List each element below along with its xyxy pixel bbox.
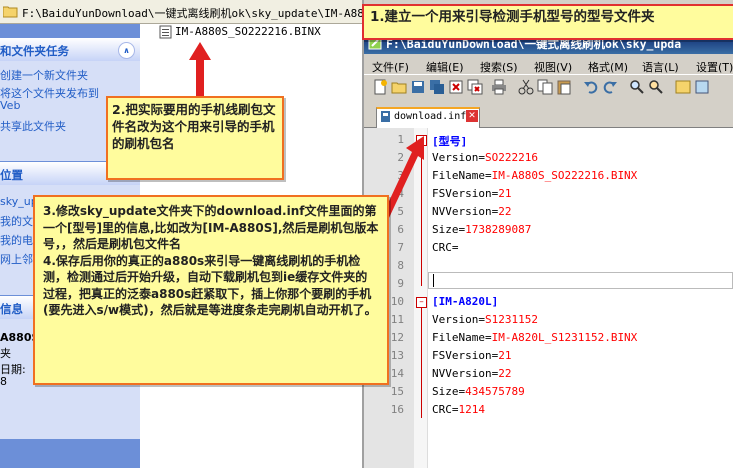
ini-value: IM-A820L_S1231152.BINX: [491, 331, 638, 344]
zoom-in-icon[interactable]: [675, 79, 691, 95]
save-icon[interactable]: [410, 79, 426, 95]
arrow-up-icon: [189, 42, 211, 100]
section-title: 位置: [0, 168, 23, 182]
code-line: Version=SO222216: [432, 151, 538, 164]
code-line: Size=1738289087: [432, 223, 531, 236]
save-all-icon[interactable]: [429, 79, 445, 95]
section-title: 信息: [0, 302, 23, 316]
detail-type: 夹: [0, 347, 11, 360]
menu-edit[interactable]: 编辑(E): [426, 59, 464, 75]
tab-close-icon[interactable]: ✕: [466, 110, 478, 122]
ini-value: S1231152: [484, 313, 538, 326]
code-line: CRC=: [432, 241, 459, 254]
ini-key: FSVersion=: [432, 187, 499, 200]
code-line: Size=434575789: [432, 385, 525, 398]
file-folder-tasks-header[interactable]: 和文件夹任务 ∧: [0, 38, 140, 61]
code-line: FileName=IM-A820L_S1231152.BINX: [432, 331, 637, 344]
copy-icon[interactable]: [537, 79, 553, 95]
section-title: 和文件夹任务: [0, 44, 69, 58]
menu-settings[interactable]: 设置(T): [696, 59, 733, 75]
line-number: 15: [390, 385, 404, 398]
new-icon[interactable]: [372, 79, 388, 95]
ini-key: Size=: [432, 385, 466, 398]
ini-value: 22: [498, 367, 512, 380]
ini-value: IM-A880S_SO222216.BINX: [491, 169, 638, 182]
ini-key: Size=: [432, 223, 466, 236]
ini-value: 434575789: [465, 385, 525, 398]
ini-value: SO222216: [484, 151, 538, 164]
code-line-section: [型号]: [432, 135, 468, 148]
ini-key: NVVersion=: [432, 205, 499, 218]
zoom-out-icon[interactable]: [694, 79, 710, 95]
menu-view[interactable]: 视图(V): [534, 59, 572, 75]
ini-key: FileName=: [432, 331, 492, 344]
detail-date-value: 8: [0, 375, 7, 388]
replace-icon[interactable]: [648, 79, 664, 95]
menu-search[interactable]: 搜索(S): [480, 59, 518, 75]
callout-step-1: 1.建立一个用来引导检测手机型号的型号文件夹: [362, 4, 733, 40]
ini-key: FSVersion=: [432, 349, 499, 362]
cut-icon[interactable]: [518, 79, 534, 95]
code-line: FSVersion=21: [432, 187, 511, 200]
callout-step-4-text: 4.保存后用你的真正的a880s来引导一键离线刷机的手机检测，检测通过后开始升级…: [43, 253, 377, 318]
callout-step-2: 2.把实际要用的手机线刷包文件名改为这个用来引导的手机的刷机包名: [106, 96, 284, 180]
line-number: 16: [390, 403, 404, 416]
menu-language[interactable]: 语言(L): [642, 59, 679, 75]
redo-icon[interactable]: [602, 79, 618, 95]
tab-label: download.inf: [394, 111, 467, 122]
code-line: Version=S1231152: [432, 313, 538, 326]
close-all-icon[interactable]: [467, 79, 483, 95]
explorer-path: F:\BaiduYunDownload\一键式离线刷机ok\sky_update…: [22, 7, 378, 20]
task-link-share[interactable]: 共享此文件夹: [0, 118, 66, 134]
ini-value: 21: [498, 349, 512, 362]
code-line: CRC=1214: [432, 403, 485, 416]
ini-value: 22: [498, 205, 512, 218]
print-icon[interactable]: [491, 79, 507, 95]
ini-key: FileName=: [432, 169, 492, 182]
menu-file[interactable]: 文件(F): [372, 59, 409, 75]
fold-line: [421, 308, 422, 418]
file-item-binx[interactable]: IM-A880S_SO222216.BINX: [175, 25, 321, 38]
document-icon: [381, 111, 390, 122]
paste-icon[interactable]: [556, 79, 572, 95]
code-line: FSVersion=21: [432, 349, 511, 362]
ini-key: NVVersion=: [432, 367, 499, 380]
task-link-publish-web[interactable]: Veb: [0, 99, 20, 112]
ini-key: CRC=: [432, 403, 459, 416]
collapse-chevron-icon[interactable]: ∧: [118, 42, 135, 59]
task-link-new-folder[interactable]: 创建一个新文件夹: [0, 67, 88, 83]
ini-key: Version=: [432, 313, 485, 326]
binx-file-icon: [159, 25, 172, 39]
open-icon[interactable]: [391, 79, 407, 95]
code-line: FileName=IM-A880S_SO222216.BINX: [432, 169, 637, 182]
text-caret: [433, 274, 434, 287]
fold-toggle-icon[interactable]: –: [416, 297, 427, 308]
ini-key: Version=: [432, 151, 485, 164]
current-line-highlight: [428, 272, 733, 289]
folder-icon: [3, 6, 18, 18]
menu-format[interactable]: 格式(M): [588, 59, 628, 75]
code-line: NVVersion=22: [432, 367, 511, 380]
find-icon[interactable]: [629, 79, 645, 95]
callout-step-3-4: 3.修改sky_update文件夹下的download.inf文件里面的第一个[…: [33, 195, 389, 385]
ini-value: 1738289087: [465, 223, 532, 236]
undo-icon[interactable]: [583, 79, 599, 95]
code-line-section: [IM-A820L]: [432, 295, 499, 308]
ini-key: CRC=: [432, 241, 459, 254]
callout-step-3-text: 3.修改sky_update文件夹下的download.inf文件里面的第一个[…: [43, 204, 379, 251]
close-icon[interactable]: [448, 79, 464, 95]
code-line: NVVersion=22: [432, 205, 511, 218]
ini-value: 1214: [458, 403, 486, 416]
ini-value: 21: [498, 187, 512, 200]
